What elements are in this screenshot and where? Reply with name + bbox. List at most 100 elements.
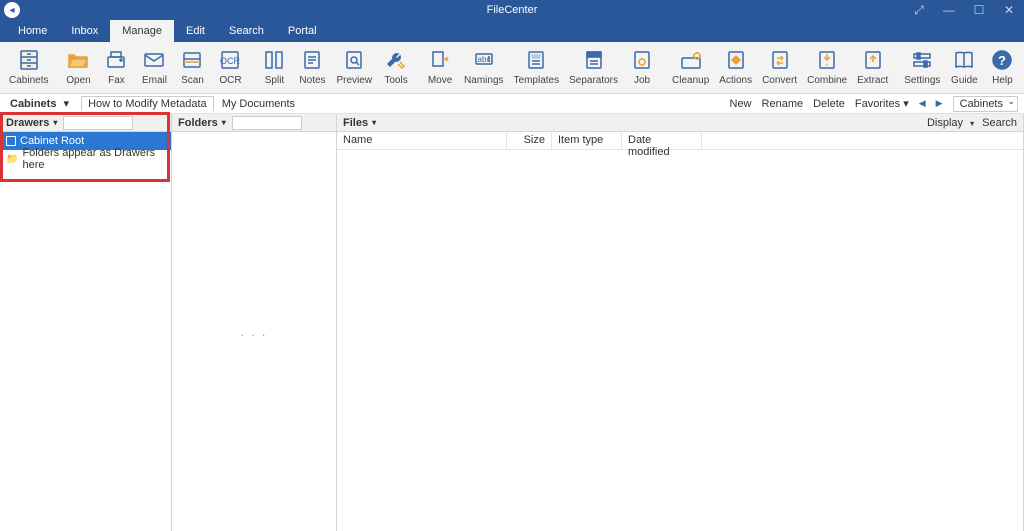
settings-icon [908, 46, 936, 74]
column-header-name[interactable]: Name [337, 132, 507, 149]
chevron-down-icon: ▾ [372, 118, 376, 127]
breadcrumb-tab-mydocs[interactable]: My Documents [218, 96, 299, 112]
ribbon-label: Settings [904, 75, 940, 86]
favorites-dropdown[interactable]: Favorites ▾ [855, 97, 909, 110]
drawers-title: Drawers [6, 117, 49, 129]
ribbon-label: Convert [762, 75, 797, 86]
ribbon-label: Move [428, 75, 452, 86]
fax-button[interactable]: Fax [97, 44, 135, 88]
ribbon-toolbar: Cabinets Open Fax Email Scan OCROCR Split Notes… [0, 42, 1024, 94]
help-button[interactable]: ?Help [983, 44, 1021, 88]
rename-button[interactable]: Rename [762, 98, 804, 110]
ribbon-label: Extract [857, 75, 888, 86]
breadcrumb-tab-metadata[interactable]: How to Modify Metadata [81, 96, 214, 111]
folders-header[interactable]: Folders ▾ [172, 114, 336, 132]
ribbon-label: Separators [569, 75, 618, 86]
namings-icon: abc [470, 46, 498, 74]
cabinets-dropdown[interactable]: Cabinets [953, 96, 1018, 112]
ribbon-label: Split [265, 75, 284, 86]
new-button[interactable]: New [730, 98, 752, 110]
combine-button[interactable]: +Combine [802, 44, 852, 88]
scan-button[interactable]: Scan [173, 44, 211, 88]
chevron-down-icon: ▾ [53, 118, 57, 127]
menu-tab-search[interactable]: Search [217, 20, 276, 42]
folders-search-input[interactable] [232, 116, 302, 130]
ribbon-label: Help [992, 75, 1013, 86]
tools-button[interactable]: Tools [377, 44, 415, 88]
notes-icon [298, 46, 326, 74]
drawer-item[interactable]: 📁Folders appear as Drawers here [0, 150, 171, 168]
ribbon-label: Tools [384, 75, 407, 86]
drawer-item-label: Cabinet Root [20, 135, 84, 147]
ribbon-label: OCR [219, 75, 241, 86]
cabinets-button[interactable]: Cabinets [4, 44, 53, 88]
nav-back-icon[interactable]: ◀ [919, 98, 926, 109]
drawers-search-input[interactable] [63, 116, 133, 130]
email-button[interactable]: Email [135, 44, 173, 88]
display-dropdown[interactable]: Display ▾ [927, 117, 974, 129]
menu-tab-inbox[interactable]: Inbox [59, 20, 110, 42]
ribbon-label: Actions [719, 75, 752, 86]
email-icon [140, 46, 168, 74]
move-icon [426, 46, 454, 74]
cabinet-root-icon [6, 136, 16, 146]
job-button[interactable]: Job [623, 44, 661, 88]
namings-button[interactable]: abcNamings [459, 44, 508, 88]
column-header-date-modified[interactable]: Date modified [622, 132, 702, 149]
guide-button[interactable]: Guide [945, 44, 983, 88]
convert-button[interactable]: Convert [757, 44, 802, 88]
split-button[interactable]: Split [255, 44, 293, 88]
ribbon-label: Scan [181, 75, 204, 86]
preview-icon [340, 46, 368, 74]
templates-button[interactable]: Templates [509, 44, 565, 88]
column-headers: NameSizeItem typeDate modified [337, 132, 1023, 150]
cabinets-breadcrumb[interactable]: Cabinets ▾ [6, 95, 77, 112]
chevron-down-icon: ▾ [222, 118, 226, 127]
cleanup-icon [677, 46, 705, 74]
ribbon-label: Job [634, 75, 650, 86]
menu-tab-edit[interactable]: Edit [174, 20, 217, 42]
fax-icon [102, 46, 130, 74]
separators-icon [580, 46, 608, 74]
title-bar: ◂ FileCenter ⤢ — ☐ ✕ [0, 0, 1024, 20]
split-icon [260, 46, 288, 74]
job-icon [628, 46, 656, 74]
cleanup-button[interactable]: Cleanup [667, 44, 714, 88]
ribbon-label: Cabinets [9, 75, 48, 86]
svg-text:+: + [825, 63, 829, 69]
help-icon: ? [988, 46, 1016, 74]
ocr-button[interactable]: OCROCR [211, 44, 249, 88]
menu-tab-portal[interactable]: Portal [276, 20, 329, 42]
extract-icon [859, 46, 887, 74]
folders-title: Folders [178, 117, 218, 129]
drawers-header[interactable]: Drawers ▾ [0, 114, 171, 132]
ribbon-label: Preview [336, 75, 372, 86]
settings-button[interactable]: Settings [899, 44, 945, 88]
actions-icon [722, 46, 750, 74]
open-icon [64, 46, 92, 74]
extract-button[interactable]: Extract [852, 44, 893, 88]
ribbon-label: Email [142, 75, 167, 86]
preview-button[interactable]: Preview [331, 44, 377, 88]
move-button[interactable]: Move [421, 44, 459, 88]
open-button[interactable]: Open [59, 44, 97, 88]
nav-forward-icon[interactable]: ▶ [936, 98, 943, 109]
files-header[interactable]: Files ▾ Display ▾ Search [337, 114, 1023, 132]
ribbon-label: Guide [951, 75, 978, 86]
folder-icon: 📁 [6, 154, 18, 165]
notes-button[interactable]: Notes [293, 44, 331, 88]
menu-tab-home[interactable]: Home [6, 20, 59, 42]
ribbon-label: Open [66, 75, 90, 86]
menu-tab-manage[interactable]: Manage [110, 20, 174, 42]
drawers-panel: Drawers ▾ Cabinet Root 📁Folders appear as… [0, 114, 172, 531]
scan-icon [178, 46, 206, 74]
actions-button[interactable]: Actions [714, 44, 757, 88]
column-header-size[interactable]: Size [507, 132, 552, 149]
files-search-button[interactable]: Search [982, 117, 1017, 129]
ribbon-label: Templates [514, 75, 560, 86]
column-header-item-type[interactable]: Item type [552, 132, 622, 149]
ribbon-label: Notes [299, 75, 325, 86]
menu-bar: HomeInboxManageEditSearchPortal [0, 20, 1024, 42]
separators-button[interactable]: Separators [564, 44, 623, 88]
delete-button[interactable]: Delete [813, 98, 845, 110]
